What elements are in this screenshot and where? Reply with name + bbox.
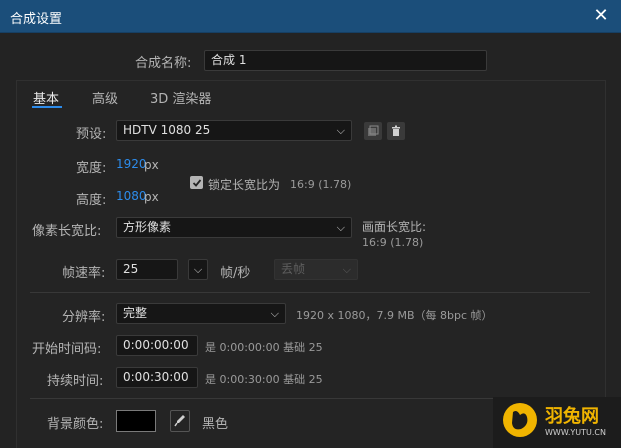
tab-3d-renderer[interactable]: 3D 渲染器 — [150, 88, 211, 107]
duration-info: 是 0:00:30:00 基础 25 — [205, 373, 323, 386]
frame-rate-label: 帧速率: — [62, 266, 106, 281]
close-icon[interactable]: ✕ — [591, 6, 611, 26]
preset-dropdown[interactable]: HDTV 1080 25 ⌵ — [116, 120, 352, 141]
height-label: 高度: — [76, 193, 107, 208]
start-timecode-info: 是 0:00:00:00 基础 25 — [205, 341, 323, 354]
lock-aspect-checkbox[interactable] — [190, 176, 203, 189]
frame-rate-input[interactable]: 25 — [116, 259, 178, 280]
drop-frame-value: 丢帧 — [281, 262, 306, 276]
width-unit: px — [144, 158, 159, 172]
tab-basic[interactable]: 基本 — [33, 88, 59, 107]
eyedropper-button[interactable] — [170, 410, 190, 432]
width-value[interactable]: 1920 — [116, 157, 147, 171]
divider — [30, 292, 590, 293]
frame-rate-dropdown[interactable]: ⌵ — [188, 259, 208, 280]
start-timecode-value: 0:00:00:00 — [123, 338, 189, 352]
delete-preset-button[interactable] — [387, 122, 405, 140]
background-color-swatch[interactable] — [116, 410, 156, 432]
resolution-dropdown[interactable]: 完整 ⌵ — [116, 303, 286, 324]
watermark: 羽兔网 WWW.YUTU.CN — [493, 397, 621, 448]
pixel-aspect-dropdown[interactable]: 方形像素 ⌵ — [116, 217, 352, 238]
resolution-value: 完整 — [123, 306, 148, 320]
frame-rate-unit: 帧/秒 — [220, 266, 251, 281]
active-tab-indicator — [32, 106, 62, 108]
tab-advanced[interactable]: 高级 — [92, 88, 118, 107]
trash-icon — [392, 125, 400, 136]
divider — [30, 398, 500, 399]
title-bar: 合成设置 ✕ — [0, 0, 621, 33]
start-timecode-input[interactable]: 0:00:00:00 — [116, 335, 198, 356]
save-preset-button[interactable] — [364, 122, 382, 140]
frame-rate-value: 25 — [123, 262, 139, 276]
resolution-label: 分辨率: — [62, 310, 106, 325]
frame-aspect-label: 画面长宽比: — [362, 220, 427, 234]
background-color-label: 背景颜色: — [47, 417, 104, 432]
eyedropper-icon — [174, 415, 185, 427]
comp-name-input[interactable]: 合成 1 — [204, 50, 487, 71]
pixel-aspect-label: 像素长宽比: — [32, 224, 102, 239]
chevron-down-icon: ⌵ — [336, 124, 345, 137]
height-unit: px — [144, 190, 159, 204]
chevron-down-icon: ⌵ — [342, 263, 351, 276]
checkmark-icon — [192, 178, 201, 187]
background-color-name: 黑色 — [202, 417, 229, 432]
chevron-down-icon: ⌵ — [336, 221, 345, 234]
chevron-down-icon: ⌵ — [270, 307, 279, 320]
duration-input[interactable]: 0:00:30:00 — [116, 367, 198, 388]
drop-frame-dropdown: 丢帧 ⌵ — [274, 259, 358, 280]
resolution-info: 1920 x 1080，7.9 MB（每 8bpc 帧） — [296, 309, 493, 322]
watermark-name: 羽兔网 — [545, 406, 599, 427]
preset-value: HDTV 1080 25 — [123, 123, 211, 137]
start-timecode-label: 开始时间码: — [32, 342, 102, 357]
duration-value: 0:00:30:00 — [123, 370, 189, 384]
preset-label: 预设: — [76, 127, 107, 142]
comp-name-value: 合成 1 — [211, 53, 247, 67]
comp-name-label: 合成名称: — [135, 56, 192, 71]
lock-aspect-label: 锁定长宽比为 — [208, 178, 281, 192]
lock-aspect-ratio: 16:9 (1.78) — [290, 178, 352, 191]
duration-label: 持续时间: — [47, 374, 104, 389]
rabbit-logo-icon — [503, 403, 537, 437]
chevron-down-icon: ⌵ — [193, 262, 203, 276]
width-label: 宽度: — [76, 161, 107, 176]
save-preset-icon — [368, 125, 379, 136]
watermark-url: WWW.YUTU.CN — [545, 428, 606, 437]
window-title: 合成设置 — [10, 12, 63, 27]
pixel-aspect-value: 方形像素 — [123, 220, 172, 234]
height-value[interactable]: 1080 — [116, 189, 147, 203]
frame-aspect-value: 16:9 (1.78) — [362, 236, 424, 249]
